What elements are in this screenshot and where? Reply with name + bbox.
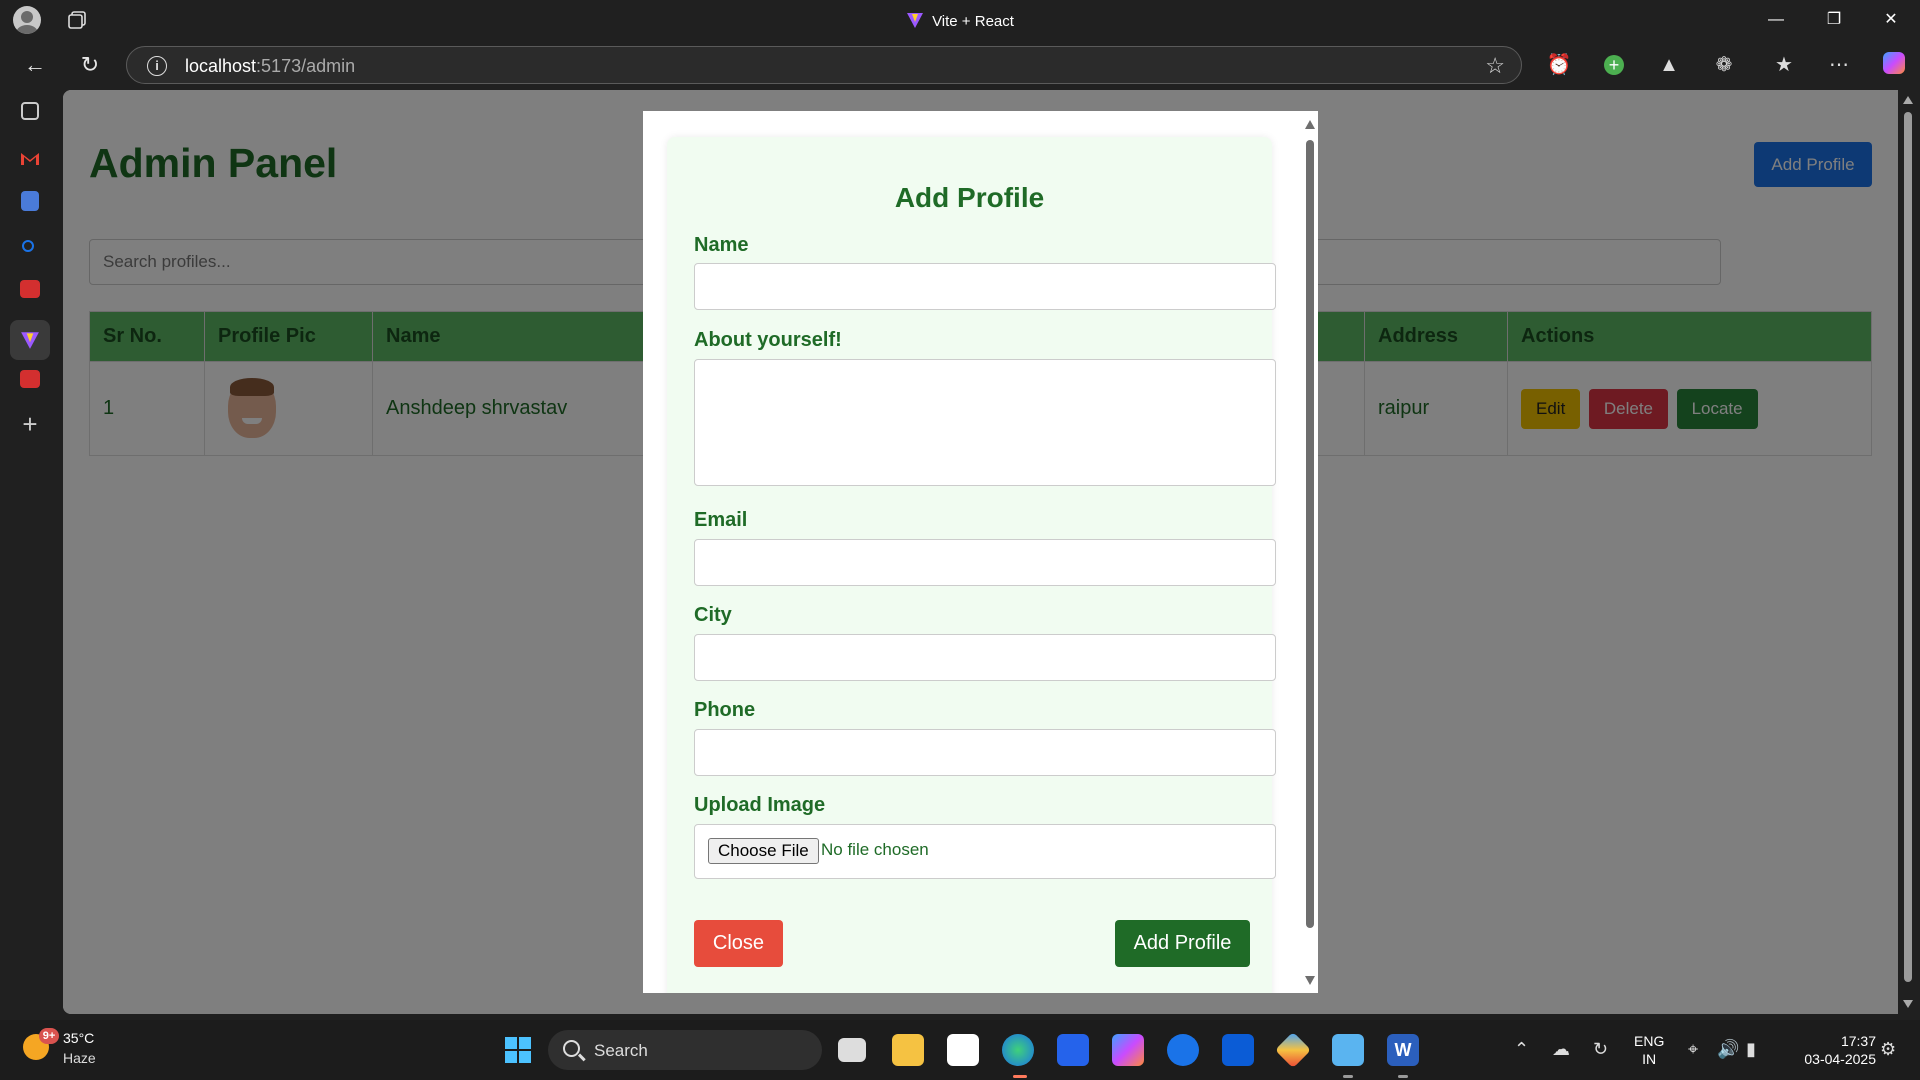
app-blue-icon[interactable] xyxy=(1057,1034,1089,1066)
docs-icon[interactable] xyxy=(21,191,39,211)
start-windows-icon[interactable] xyxy=(502,1034,534,1066)
taskbar-search[interactable]: Search xyxy=(548,1030,822,1070)
window-title-text: Vite + React xyxy=(932,13,1014,30)
modal-scroll-thumb[interactable] xyxy=(1306,140,1314,928)
copilot-taskbar-icon[interactable] xyxy=(1112,1034,1144,1066)
about-label: About yourself! xyxy=(694,329,842,351)
more-menu-icon[interactable]: ⋯ xyxy=(1826,52,1852,78)
sync-app-icon[interactable] xyxy=(1167,1034,1199,1066)
window-title-bar: Vite + React — ❐ ✕ xyxy=(0,0,1920,40)
file-explorer-icon[interactable] xyxy=(892,1034,924,1066)
page-scroll-up-icon[interactable] xyxy=(1903,96,1913,104)
favorites-icon[interactable]: ★ xyxy=(1771,52,1797,78)
browser-sidebar: + xyxy=(0,90,60,1020)
volume-icon[interactable]: 🔊 xyxy=(1717,1039,1739,1060)
alarm-icon[interactable]: ⏰ xyxy=(1546,52,1572,78)
address-bar[interactable]: i localhost:5173/admin ☆ xyxy=(126,46,1522,84)
close-window-button[interactable]: ✕ xyxy=(1862,0,1920,40)
name-input[interactable] xyxy=(694,263,1276,310)
git-app-icon[interactable] xyxy=(1274,1031,1312,1069)
sync-tray-icon[interactable]: ↻ xyxy=(1593,1039,1608,1060)
modal-title: Add Profile xyxy=(894,182,1045,213)
modal-scroll-down-icon[interactable] xyxy=(1305,976,1315,985)
microsoft-store-icon[interactable] xyxy=(947,1034,979,1066)
notification-bell-icon[interactable]: ⚙ xyxy=(1880,1039,1896,1060)
vite-app-icon[interactable] xyxy=(10,320,50,360)
refresh-icon[interactable]: ↻ xyxy=(75,50,105,80)
search-sidebar-icon[interactable] xyxy=(18,236,42,260)
onedrive-icon[interactable]: ☁ xyxy=(1552,1039,1570,1060)
close-button[interactable]: Close xyxy=(694,920,783,967)
clock[interactable]: 17:37 03-04-2025 xyxy=(1804,1032,1876,1068)
language-indicator[interactable]: ENG IN xyxy=(1634,1032,1664,1068)
name-label: Name xyxy=(694,234,749,256)
notepad-running-indicator xyxy=(1343,1075,1353,1078)
upload-image-label: Upload Image xyxy=(694,794,826,816)
back-arrow-icon[interactable]: ← xyxy=(20,50,50,80)
add-sidebar-app-icon[interactable]: + xyxy=(18,411,42,437)
city-label: City xyxy=(694,604,732,626)
clock-time: 17:37 xyxy=(1840,1033,1876,1049)
wifi-icon[interactable]: ⌖ xyxy=(1688,1039,1698,1060)
vite-logo-icon xyxy=(907,13,924,28)
city-input[interactable] xyxy=(694,634,1276,681)
add-profile-modal: Add Profile Name About yourself! Email C… xyxy=(643,111,1318,993)
image-file-input[interactable]: Choose File No file chosen xyxy=(694,824,1276,879)
extensions-puzzle-icon[interactable]: ❁ xyxy=(1711,52,1737,78)
add-profile-form: Add Profile Name About yourself! Email C… xyxy=(667,137,1276,993)
tray-chevron-icon[interactable]: ⌃ xyxy=(1514,1039,1529,1060)
clock-date: 03-04-2025 xyxy=(1804,1051,1876,1067)
choose-file-button[interactable]: Choose File xyxy=(708,838,819,864)
about-textarea[interactable] xyxy=(694,359,1276,486)
extension-green-plus-icon[interactable]: + xyxy=(1601,52,1627,78)
email-label: Email xyxy=(694,509,748,531)
url-text[interactable]: localhost:5173/admin xyxy=(185,56,355,77)
modal-scrollbar[interactable] xyxy=(1300,111,1318,993)
modal-scroll-up-icon[interactable] xyxy=(1305,120,1315,129)
weather-condition: Haze xyxy=(63,1050,96,1066)
gmail-icon[interactable] xyxy=(18,147,42,171)
submit-add-profile-button[interactable]: Add Profile xyxy=(1115,920,1250,967)
battery-icon[interactable]: ▮ xyxy=(1746,1039,1756,1060)
lang-bottom: IN xyxy=(1642,1051,1657,1067)
phone-input[interactable] xyxy=(694,729,1276,776)
taskbar-search-label: Search xyxy=(594,1041,648,1060)
favorite-star-icon[interactable]: ☆ xyxy=(1485,53,1505,79)
word-icon[interactable]: W xyxy=(1387,1034,1419,1066)
task-view-icon[interactable] xyxy=(838,1038,866,1062)
page-scroll-down-icon[interactable] xyxy=(1903,1000,1913,1008)
pdf-icon-2[interactable] xyxy=(20,370,40,388)
edge-active-indicator xyxy=(1013,1075,1027,1078)
phone-label: Phone xyxy=(694,699,756,721)
window-title: Vite + React xyxy=(0,11,1920,30)
sidebar-panel-icon[interactable] xyxy=(21,102,39,120)
file-status-text: No file chosen xyxy=(821,840,929,859)
lang-top: ENG xyxy=(1634,1033,1665,1049)
notepad-icon[interactable] xyxy=(1332,1034,1364,1066)
email-input[interactable] xyxy=(694,539,1276,586)
extension-dark-icon[interactable]: ▲ xyxy=(1656,52,1682,78)
pdf-icon[interactable] xyxy=(20,280,40,298)
taskbar: 9+ 35°C Haze Search W ⌃ ☁ ↻ ENG IN ⌖ 🔊 ▮ … xyxy=(0,1020,1920,1080)
restore-button[interactable]: ❐ xyxy=(1805,0,1863,40)
page-scroll-thumb[interactable] xyxy=(1904,112,1912,982)
word-running-indicator xyxy=(1398,1075,1408,1078)
zoom-icon[interactable] xyxy=(1222,1034,1254,1066)
edge-browser-icon[interactable] xyxy=(1002,1034,1034,1066)
minimize-button[interactable]: — xyxy=(1747,0,1805,40)
weather-badge: 9+ xyxy=(39,1028,59,1044)
site-info-icon[interactable]: i xyxy=(147,56,167,76)
weather-temp: 35°C xyxy=(63,1030,95,1046)
search-icon xyxy=(563,1040,580,1057)
copilot-icon[interactable] xyxy=(1881,52,1907,78)
page-scrollbar[interactable] xyxy=(1898,90,1920,1014)
